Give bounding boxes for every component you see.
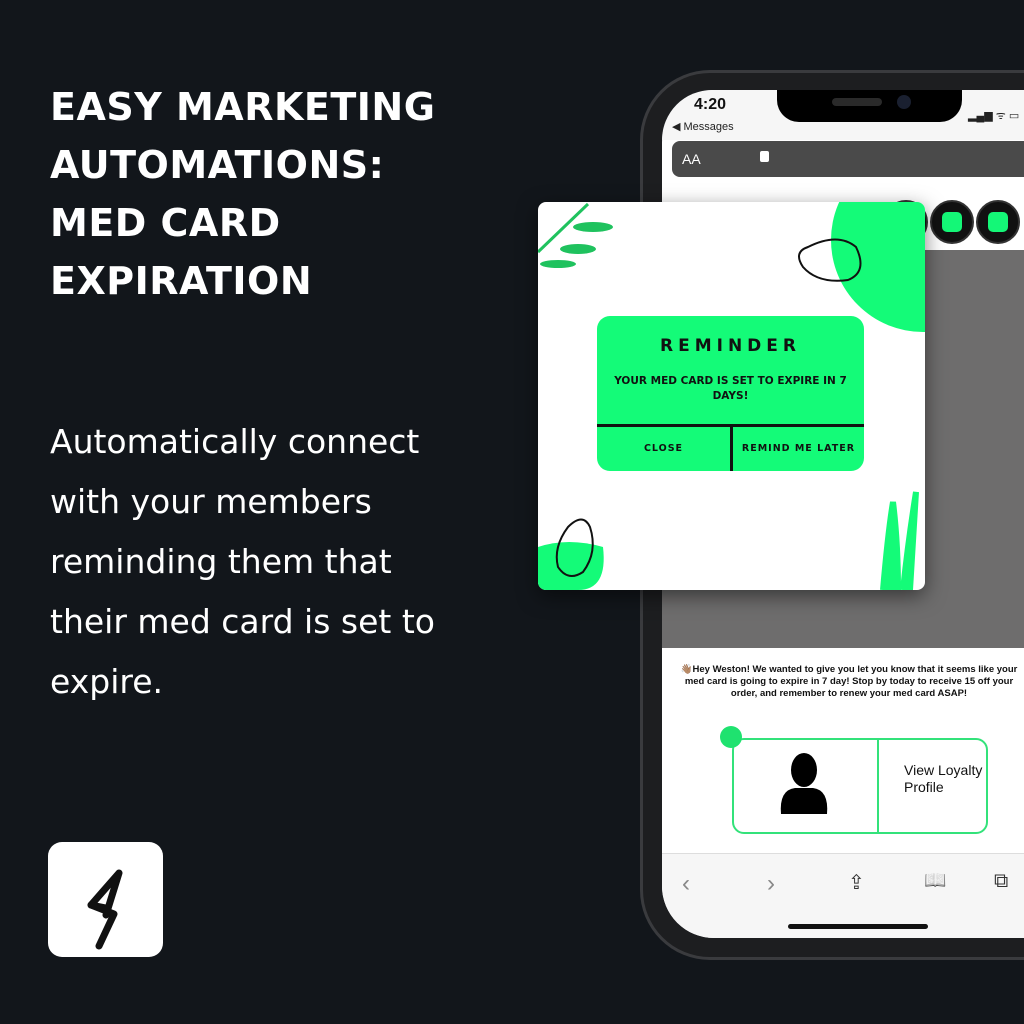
back-icon[interactable]: ‹	[682, 870, 690, 898]
body-text: Automatically connect with your members …	[50, 422, 435, 701]
reminder-modal: REMINDER YOUR MED CARD IS SET TO EXPIRE …	[597, 316, 864, 471]
close-button[interactable]: CLOSE	[597, 427, 730, 471]
share-icon[interactable]: ⇪	[848, 870, 865, 895]
remind-me-later-button[interactable]: REMIND ME LATER	[733, 427, 864, 471]
message-text: 👋🏽Hey Weston! We wanted to give you let …	[680, 664, 1018, 699]
forward-icon[interactable]: ›	[767, 870, 775, 898]
headline-line: Easy Marketing	[50, 85, 436, 129]
home-indicator	[788, 924, 928, 929]
back-to-messages[interactable]: ◀ Messages	[672, 120, 734, 133]
bookmarks-icon[interactable]: 📖	[924, 870, 946, 891]
headline: Easy Marketing Automations: Med Card Exp…	[50, 78, 435, 310]
speaker	[832, 98, 882, 106]
headline-line: Expiration	[50, 259, 313, 303]
view-loyalty-profile-button[interactable]: View Loyalty Profile	[720, 726, 988, 834]
status-time: 4:20	[694, 96, 727, 113]
url-bar[interactable]: AA	[672, 141, 1024, 177]
headline-line: Automations:	[50, 143, 385, 187]
brand-logo	[48, 842, 163, 957]
divider	[877, 740, 879, 832]
person-icon	[780, 753, 828, 814]
text-size-button[interactable]: AA	[682, 151, 701, 167]
reminder-popup: REMINDER YOUR MED CARD IS SET TO EXPIRE …	[538, 202, 925, 590]
modal-title: REMINDER	[660, 336, 801, 356]
lightning-bolt-icon	[87, 869, 123, 950]
cart-icon[interactable]	[976, 200, 1020, 244]
tabs-icon[interactable]: ⧉	[994, 870, 1008, 893]
notch	[777, 90, 962, 122]
lock-icon	[760, 151, 769, 162]
camera	[897, 95, 911, 109]
loyalty-label: View Loyalty Profile	[904, 762, 983, 795]
signal-wifi-battery-icon: ▂▄▆ ᯤ ▭	[968, 110, 1020, 122]
modal-message: YOUR MED CARD IS SET TO EXPIRE IN 7 DAYS…	[614, 375, 847, 402]
headline-line: Med Card	[50, 201, 281, 245]
instagram-icon[interactable]	[930, 200, 974, 244]
indicator-dot	[720, 726, 742, 748]
